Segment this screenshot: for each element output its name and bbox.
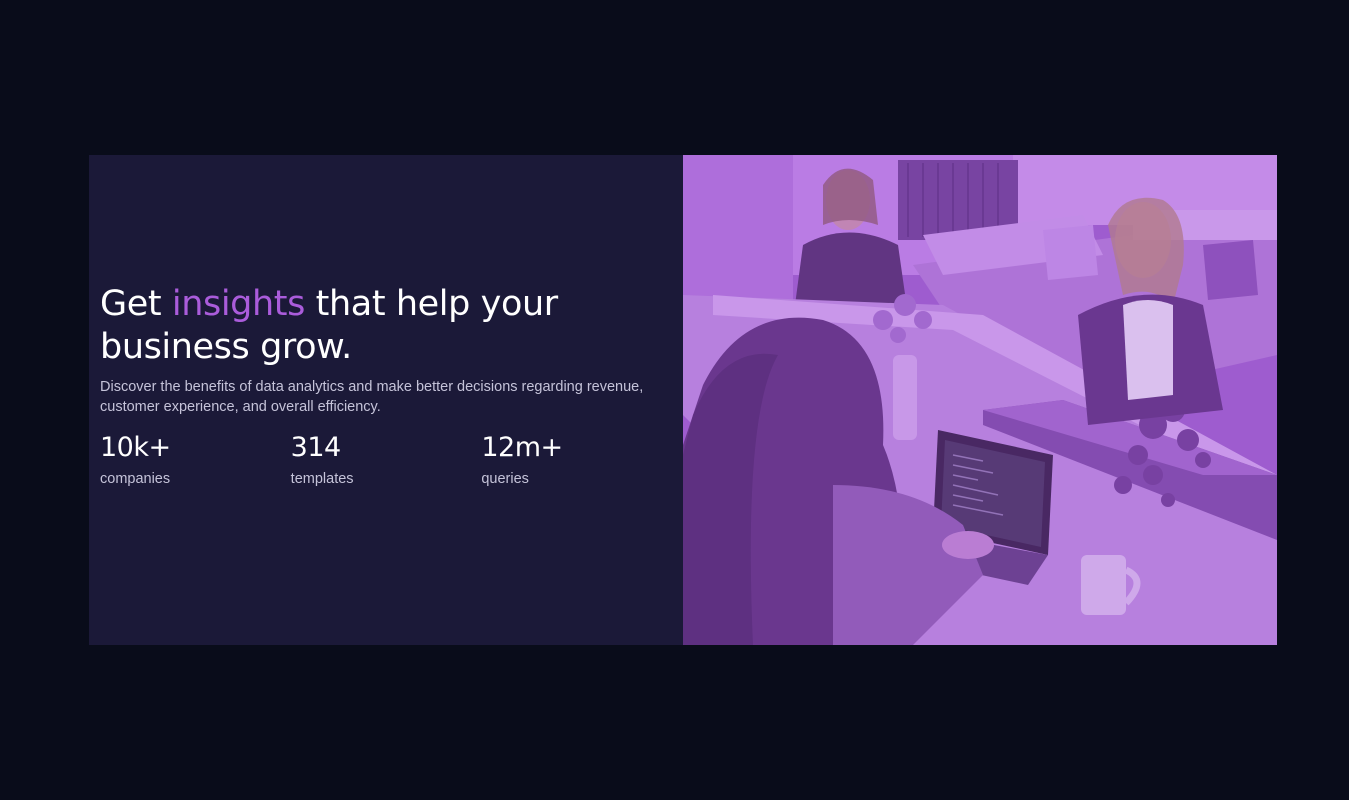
hero-headline: Get insights that help your business gro… <box>100 283 580 369</box>
stat-value: 10k+ <box>100 432 171 463</box>
stat-label: queries <box>481 471 529 487</box>
hero-description: Discover the benefits of data analytics … <box>100 379 644 415</box>
hero-image <box>683 155 1277 645</box>
headline-text-pre: Get <box>100 284 172 324</box>
hero-text-panel: Get insights that help your business gro… <box>89 155 683 645</box>
stat-queries: 12m+ queries <box>481 431 672 489</box>
office-photo-illustration <box>683 155 1277 645</box>
stat-templates: 314 templates <box>291 431 482 489</box>
stat-label: companies <box>100 471 171 487</box>
headline-accent: insights <box>171 284 305 324</box>
stat-value: 12m+ <box>481 432 563 463</box>
hero-card: Get insights that help your business gro… <box>89 155 1277 645</box>
stat-value: 314 <box>290 432 342 463</box>
stat-companies: 10k+ companies <box>100 431 291 489</box>
stat-label: templates <box>290 471 354 487</box>
stats-row: 10k+ companies 314 templates 12m+ querie… <box>100 431 672 489</box>
